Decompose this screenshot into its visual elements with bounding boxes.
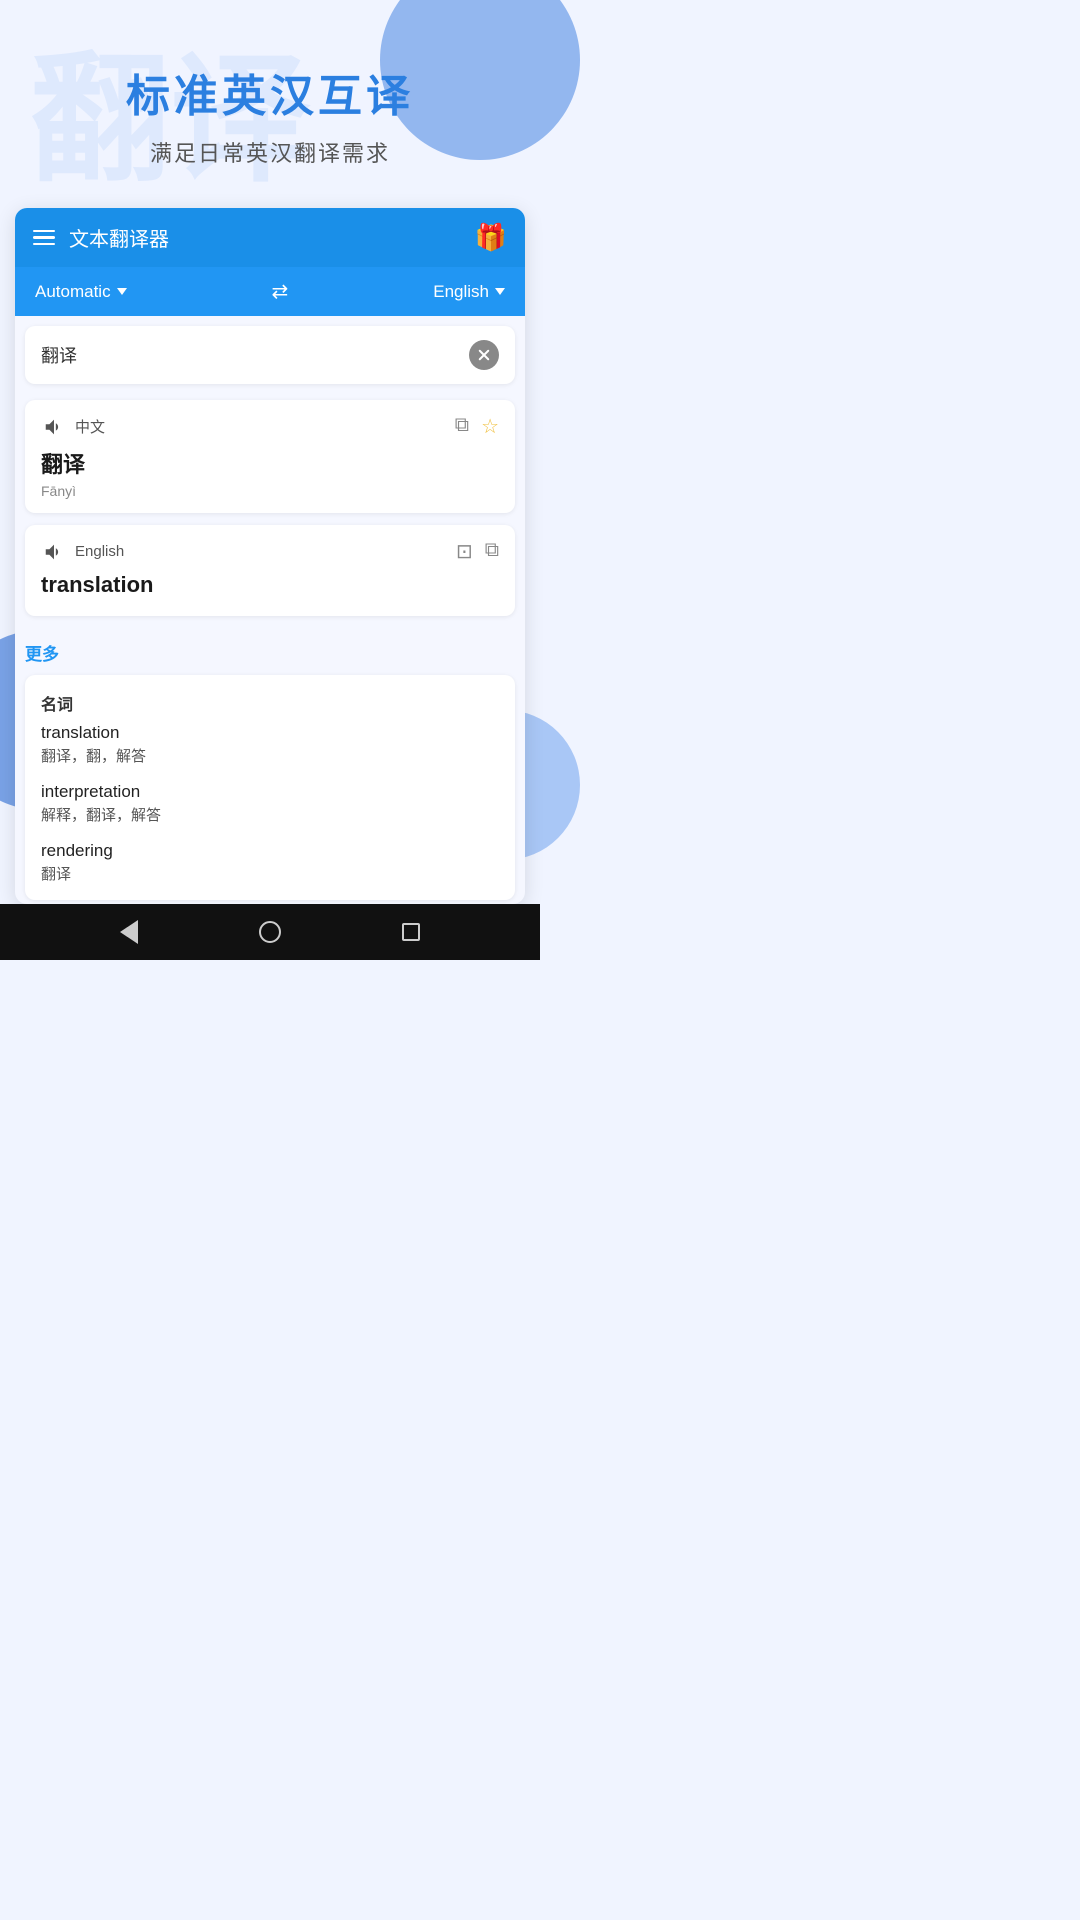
more-item-en-1: interpretation: [41, 782, 499, 802]
source-language-chevron: [117, 288, 127, 295]
copy-icon[interactable]: ⧉: [455, 414, 469, 439]
nav-back-button[interactable]: [120, 920, 138, 944]
more-label: 更多: [25, 640, 515, 665]
clear-button[interactable]: [469, 340, 499, 370]
app-title: 文本翻译器: [69, 223, 169, 252]
chinese-sub-text: Fānyì: [41, 483, 499, 499]
target-language-chevron: [495, 288, 505, 295]
copy-english-icon[interactable]: ⧉: [485, 539, 499, 564]
more-item-zh-0: 翻译，翻，解答: [41, 745, 499, 766]
hero-subtitle: 满足日常英汉翻译需求: [20, 136, 520, 168]
star-icon[interactable]: ☆: [481, 414, 499, 439]
language-bar: Automatic ⇄ English: [15, 267, 525, 316]
chinese-lang-label: 中文: [41, 416, 105, 438]
more-item-zh-1: 解释，翻译，解答: [41, 804, 499, 825]
app-card: 文本翻译器 🎁 Automatic ⇄ English 翻译: [15, 208, 525, 904]
input-section: 翻译: [25, 326, 515, 384]
input-text[interactable]: 翻译: [41, 342, 469, 368]
chinese-lang-text: 中文: [75, 416, 105, 437]
more-section: 更多 名词 translation 翻译，翻，解答 interpretation…: [25, 628, 515, 900]
nav-home-button[interactable]: [259, 921, 281, 943]
app-toolbar: 文本翻译器 🎁: [15, 208, 525, 267]
more-item-en-2: rendering: [41, 841, 499, 861]
list-item: rendering 翻译: [41, 841, 499, 884]
source-language-button[interactable]: Automatic: [35, 282, 127, 302]
target-language-button[interactable]: English: [433, 282, 505, 302]
hamburger-menu-icon[interactable]: [33, 230, 55, 246]
toolbar-left: 文本翻译器: [33, 223, 169, 252]
chinese-result-card: 中文 ⧉ ☆ 翻译 Fānyì: [25, 400, 515, 513]
navigation-bar: [0, 904, 540, 960]
english-result-card: English ⊡ ⧉ translation: [25, 525, 515, 616]
list-item: interpretation 解释，翻译，解答: [41, 782, 499, 825]
chinese-card-header: 中文 ⧉ ☆: [41, 414, 499, 439]
open-external-icon[interactable]: ⊡: [456, 539, 473, 564]
more-item-en-0: translation: [41, 723, 499, 743]
target-language-label: English: [433, 282, 489, 302]
english-main-text: translation: [41, 572, 499, 598]
source-language-label: Automatic: [35, 282, 111, 302]
list-item: translation 翻译，翻，解答: [41, 723, 499, 766]
hero-section: 标准英汉互译 满足日常英汉翻译需求: [0, 0, 540, 198]
chinese-speaker-icon[interactable]: [41, 416, 67, 438]
english-speaker-icon[interactable]: [41, 541, 67, 563]
english-lang-label: English: [41, 541, 124, 563]
english-lang-text: English: [75, 543, 124, 560]
nav-recents-button[interactable]: [402, 923, 420, 941]
gift-icon[interactable]: 🎁: [475, 222, 507, 253]
english-card-actions: ⊡ ⧉: [456, 539, 499, 564]
more-item-zh-2: 翻译: [41, 863, 499, 884]
swap-languages-icon[interactable]: ⇄: [272, 279, 289, 304]
english-card-header: English ⊡ ⧉: [41, 539, 499, 564]
chinese-main-text: 翻译: [41, 447, 499, 479]
noun-label: 名词: [41, 691, 499, 715]
hero-title: 标准英汉互译: [20, 60, 520, 124]
chinese-card-actions: ⧉ ☆: [455, 414, 499, 439]
more-card: 名词 translation 翻译，翻，解答 interpretation 解释…: [25, 675, 515, 900]
